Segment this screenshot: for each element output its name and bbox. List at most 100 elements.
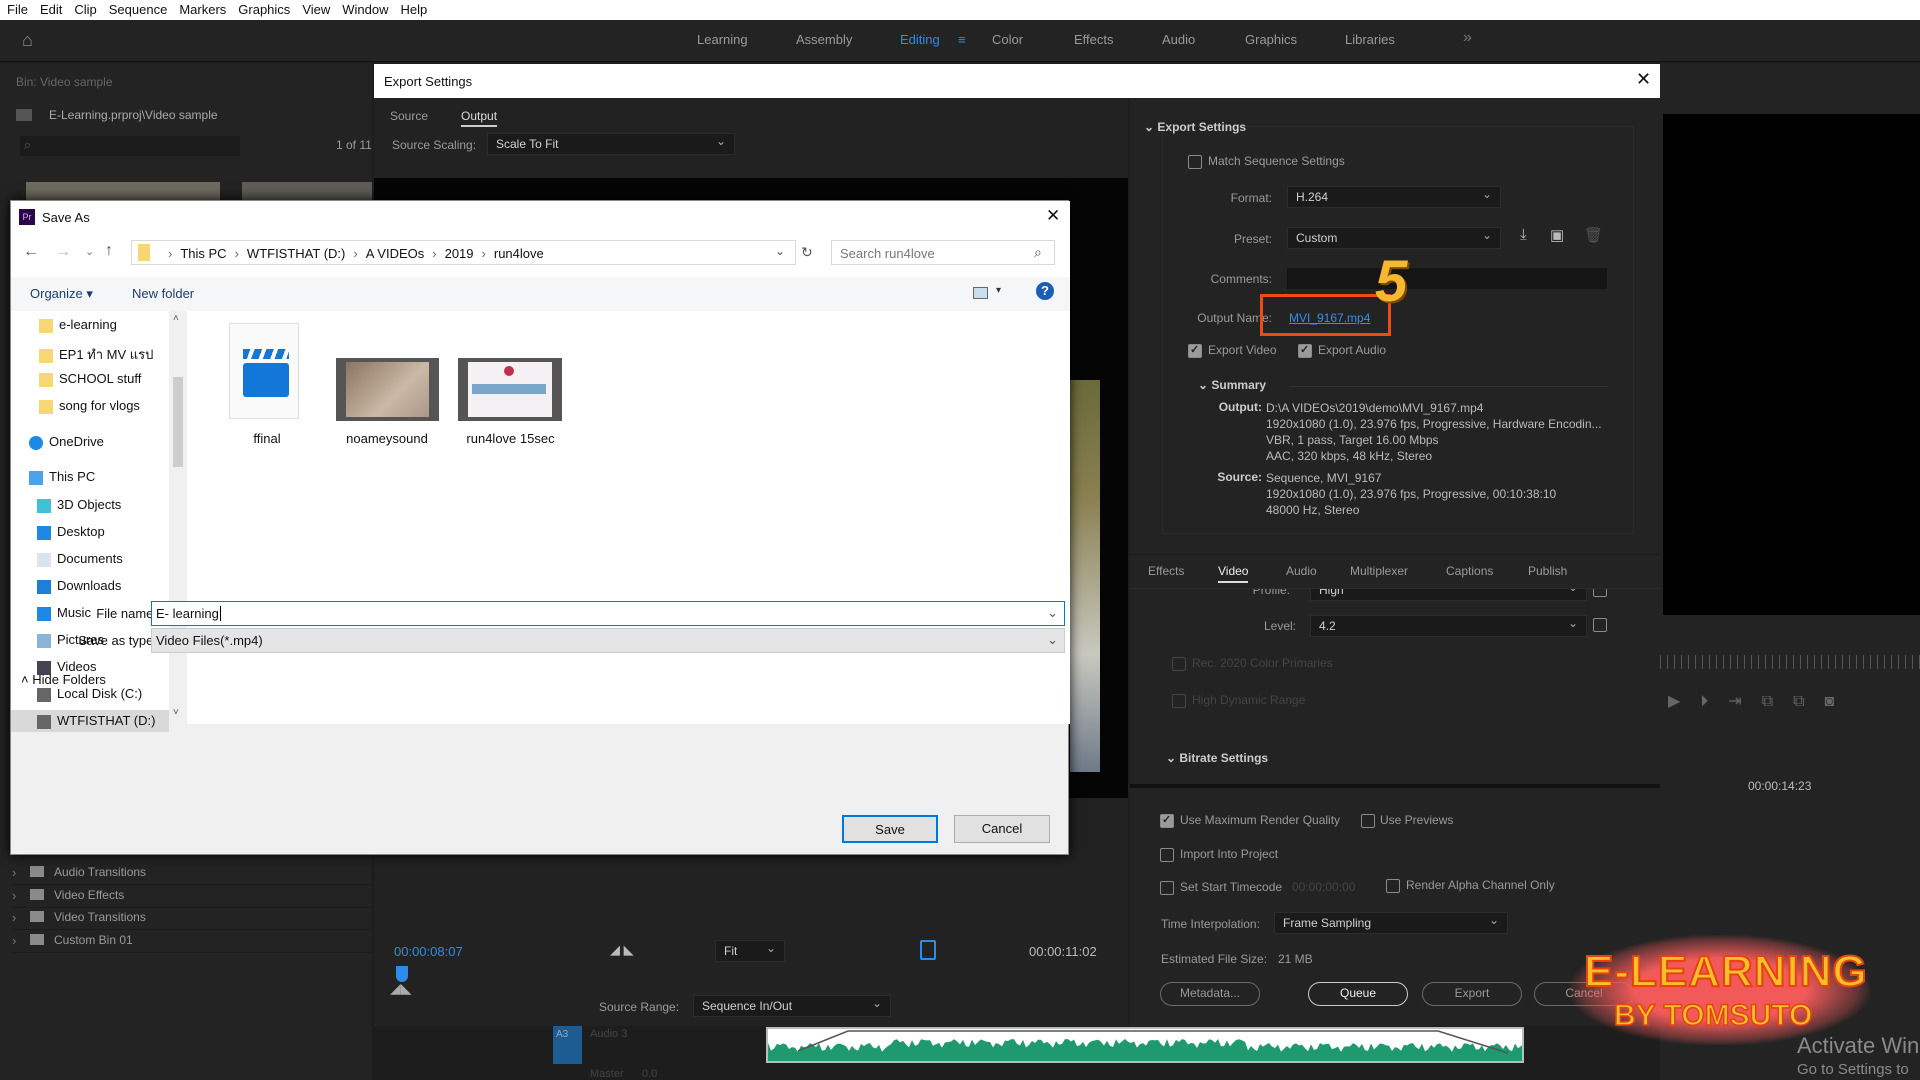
menu-markers[interactable]: Markers bbox=[179, 2, 226, 17]
chevron-right-icon[interactable]: › bbox=[12, 910, 16, 925]
import-preset-icon[interactable]: ▣ bbox=[1550, 226, 1564, 244]
breadcrumb-item[interactable]: This PC bbox=[180, 246, 226, 261]
back-icon[interactable]: ← bbox=[23, 243, 39, 261]
export-audio-checkbox[interactable] bbox=[1298, 343, 1312, 358]
workspace-tab-libraries[interactable]: Libraries bbox=[1345, 32, 1395, 47]
start-timecode-value[interactable]: 00:00:00:00 bbox=[1292, 880, 1355, 894]
tab-video[interactable]: Video bbox=[1218, 564, 1249, 583]
breadcrumb-item[interactable]: A VIDEOs bbox=[366, 246, 425, 261]
menu-edit[interactable]: Edit bbox=[40, 2, 62, 17]
fit-dropdown[interactable]: Fit bbox=[715, 940, 785, 962]
scroll-thumb[interactable] bbox=[173, 377, 183, 467]
address-bar[interactable]: › This PC › WTFISTHAT (D:) › A VIDEOs › 2019 › ru… bbox=[131, 240, 796, 265]
time-ruler[interactable] bbox=[1660, 655, 1920, 669]
save-button[interactable]: Save bbox=[842, 815, 938, 843]
workspace-tab-graphics[interactable]: Graphics bbox=[1245, 32, 1297, 47]
project-search-input[interactable]: ⌕ bbox=[20, 136, 240, 156]
transport-controls[interactable]: ▶⏵⇥⧉⧉◙ bbox=[1668, 691, 1854, 711]
menu-view[interactable]: View bbox=[302, 2, 330, 17]
workspace-tab-audio[interactable]: Audio bbox=[1162, 32, 1195, 47]
set-in-out-icon[interactable]: ◢ ◣ bbox=[610, 942, 634, 958]
nav-item[interactable]: Downloads bbox=[11, 575, 169, 597]
start-timecode-checkbox[interactable] bbox=[1160, 881, 1174, 895]
format-dropdown[interactable]: H.264 bbox=[1287, 186, 1501, 208]
menu-graphics[interactable]: Graphics bbox=[238, 2, 290, 17]
workspace-menu-icon[interactable]: ≡ bbox=[958, 32, 966, 47]
nav-item[interactable]: e-learning bbox=[11, 314, 169, 336]
effects-folder[interactable]: › Custom Bin 01 bbox=[12, 931, 372, 953]
nav-item[interactable]: Documents bbox=[11, 548, 169, 570]
overflow-chevron-icon[interactable]: » bbox=[1463, 29, 1472, 47]
clip-thumbnail[interactable] bbox=[26, 182, 220, 200]
level-checkbox[interactable] bbox=[1593, 618, 1607, 632]
organize-button[interactable]: Organize ▾ bbox=[30, 286, 93, 302]
breadcrumb-item[interactable]: run4love bbox=[494, 246, 544, 261]
close-icon[interactable]: ✕ bbox=[1636, 69, 1651, 90]
profile-checkbox[interactable] bbox=[1593, 589, 1607, 597]
nav-item[interactable]: This PC bbox=[11, 466, 169, 488]
help-icon[interactable]: ? bbox=[1036, 282, 1054, 300]
audio-clip[interactable] bbox=[766, 1027, 1524, 1063]
menu-file[interactable]: File bbox=[7, 2, 28, 17]
tab-audio[interactable]: Audio bbox=[1286, 564, 1317, 578]
workspace-tab-color[interactable]: Color bbox=[992, 32, 1023, 47]
clip-thumbnail[interactable] bbox=[242, 182, 372, 200]
forward-icon[interactable]: → bbox=[55, 243, 71, 261]
tab-output[interactable]: Output bbox=[461, 109, 498, 127]
effects-folder[interactable]: › Video Transitions bbox=[12, 908, 372, 930]
summary-header[interactable]: ⌄ Summary bbox=[1198, 378, 1266, 392]
nav-item[interactable]: SCHOOL stuff bbox=[11, 368, 169, 390]
use-previews-checkbox[interactable] bbox=[1361, 814, 1375, 828]
effects-folder[interactable]: › Video Effects bbox=[12, 886, 372, 908]
nav-item[interactable]: song for vlogs bbox=[11, 395, 169, 417]
view-icon[interactable] bbox=[973, 287, 988, 299]
scroll-down-icon[interactable]: ˅ bbox=[173, 707, 179, 718]
close-icon[interactable]: ✕ bbox=[1046, 206, 1060, 226]
tab-multiplexer[interactable]: Multiplexer bbox=[1350, 564, 1408, 578]
nav-item[interactable]: EP1 ทำ MV แรป bbox=[11, 341, 169, 363]
hide-folders-button[interactable]: ˄ Hide Folders bbox=[21, 672, 106, 687]
nav-item[interactable]: WTFISTHAT (D:) bbox=[11, 710, 169, 732]
tab-effects[interactable]: Effects bbox=[1148, 564, 1184, 578]
scroll-up-icon[interactable]: ˄ bbox=[173, 313, 179, 324]
track-target[interactable]: A3 bbox=[553, 1026, 582, 1064]
menu-clip[interactable]: Clip bbox=[74, 2, 96, 17]
delete-preset-icon[interactable]: 🗑 bbox=[1584, 226, 1603, 244]
metadata-button[interactable]: Metadata... bbox=[1160, 982, 1260, 1006]
max-quality-checkbox[interactable] bbox=[1160, 813, 1174, 828]
chevron-right-icon[interactable]: › bbox=[12, 865, 16, 880]
address-dropdown-icon[interactable]: ⌄ bbox=[775, 244, 785, 258]
export-button[interactable]: Export bbox=[1422, 982, 1522, 1006]
file-item[interactable] bbox=[336, 358, 439, 421]
refresh-icon[interactable]: ↻ bbox=[801, 244, 813, 261]
file-item[interactable] bbox=[458, 358, 562, 421]
view-dropdown-icon[interactable]: ▾ bbox=[996, 285, 1001, 296]
up-icon[interactable]: ↑ bbox=[105, 242, 113, 260]
menu-sequence[interactable]: Sequence bbox=[109, 2, 168, 17]
menu-window[interactable]: Window bbox=[342, 2, 388, 17]
rec2020-checkbox[interactable] bbox=[1172, 657, 1186, 671]
recent-dropdown-icon[interactable]: ⌄ bbox=[85, 245, 94, 258]
hdr-checkbox[interactable] bbox=[1172, 694, 1186, 708]
in-out-handles[interactable]: ◢◣ bbox=[390, 980, 412, 997]
export-settings-header[interactable]: ⌄ Export Settings bbox=[1144, 120, 1246, 134]
effects-folder[interactable]: › Audio Transitions bbox=[12, 863, 372, 885]
match-sequence-checkbox[interactable] bbox=[1188, 155, 1202, 169]
current-timecode[interactable]: 00:00:08:07 bbox=[394, 944, 463, 959]
search-input[interactable]: Search run4love bbox=[831, 240, 1055, 265]
source-scaling-dropdown[interactable]: Scale To Fit bbox=[487, 133, 735, 155]
workspace-tab-effects[interactable]: Effects bbox=[1074, 32, 1114, 47]
nav-item[interactable]: Desktop bbox=[11, 521, 169, 543]
queue-button[interactable]: Queue bbox=[1308, 982, 1408, 1006]
interpolation-dropdown[interactable]: Frame Sampling bbox=[1274, 912, 1508, 934]
cancel-button[interactable]: Cancel bbox=[954, 815, 1050, 843]
tab-source[interactable]: Source bbox=[390, 109, 428, 123]
chevron-right-icon[interactable]: › bbox=[12, 888, 16, 903]
new-folder-button[interactable]: New folder bbox=[132, 286, 194, 301]
home-icon[interactable]: ⌂ bbox=[22, 30, 33, 51]
profile-dropdown[interactable]: High bbox=[1310, 589, 1587, 601]
preset-dropdown[interactable]: Custom bbox=[1287, 227, 1501, 249]
breadcrumb-item[interactable]: 2019 bbox=[445, 246, 474, 261]
nav-item[interactable]: 3D Objects bbox=[11, 494, 169, 516]
nav-scrollbar[interactable]: ˄ ˅ bbox=[169, 311, 187, 724]
